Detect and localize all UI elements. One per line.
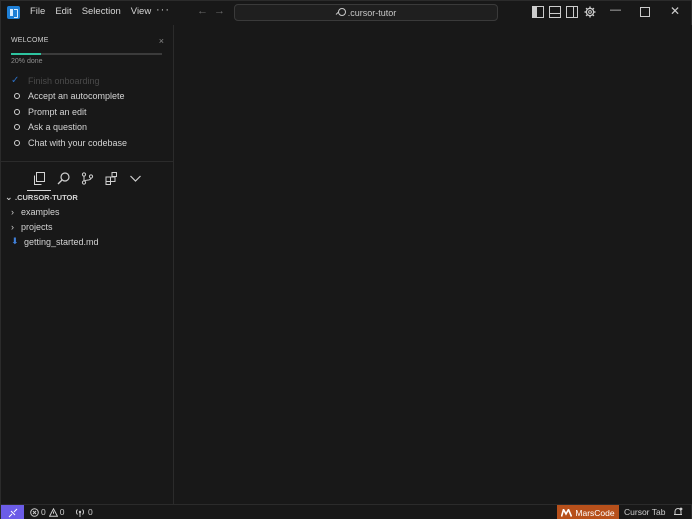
activity-bar — [27, 168, 147, 191]
command-center-search[interactable]: .cursor-tutor — [234, 4, 498, 21]
toggle-secondary-sidebar-icon[interactable] — [566, 6, 578, 18]
menu-selection[interactable]: Selection — [82, 6, 121, 17]
app-window: File Edit Selection View ··· ← → .cursor… — [0, 0, 692, 519]
chevron-right-icon: › — [11, 206, 14, 217]
checklist-item-accept-autocomplete[interactable]: Accept an autocomplete — [11, 89, 164, 105]
toggle-primary-sidebar-icon[interactable] — [532, 6, 544, 18]
extensions-icon — [105, 171, 117, 185]
file-explorer: ⌄ .CURSOR-TUTOR › examples › projects ⬇ … — [1, 190, 173, 249]
marscode-status-button[interactable]: MarsCode — [557, 505, 619, 519]
more-menu-button[interactable]: ··· — [156, 4, 170, 16]
error-icon — [30, 507, 39, 517]
editor-area[interactable] — [174, 25, 692, 504]
tab-explorer[interactable] — [27, 168, 51, 191]
close-window-icon[interactable]: ✕ — [670, 4, 680, 18]
checklist-item-label: Ask a question — [28, 122, 88, 133]
welcome-panel: WELCOME × 20% done ✓ Finish onboarding A… — [11, 36, 164, 148]
warning-count: 0 — [59, 507, 65, 517]
progress-label: 20% done — [11, 58, 43, 65]
chevron-down-icon — [129, 175, 141, 182]
marscode-label: MarsCode — [575, 507, 615, 518]
menu-edit[interactable]: Edit — [55, 6, 71, 17]
explorer-item-label: getting_started.md — [24, 236, 99, 247]
menu-view[interactable]: View — [131, 6, 151, 17]
files-icon — [33, 171, 45, 185]
checklist-item-ask-question[interactable]: Ask a question — [11, 120, 164, 136]
checklist-item-finish-onboarding[interactable]: ✓ Finish onboarding — [11, 73, 164, 89]
explorer-folder-projects[interactable]: › projects — [1, 219, 173, 234]
checklist-item-label: Finish onboarding — [28, 75, 100, 86]
markdown-file-icon: ⬇ — [11, 236, 19, 246]
checklist-item-label: Prompt an edit — [28, 106, 87, 117]
explorer-file-getting-started[interactable]: ⬇ getting_started.md — [1, 234, 173, 249]
settings-gear-icon[interactable] — [584, 6, 596, 18]
explorer-item-label: examples — [21, 206, 60, 217]
source-control-icon — [81, 171, 93, 185]
tab-extensions[interactable] — [99, 168, 123, 188]
problems-status[interactable]: 0 0 — [30, 507, 64, 517]
ports-count: 0 — [88, 507, 93, 517]
checklist-item-label: Chat with your codebase — [28, 137, 128, 148]
warning-icon — [48, 507, 58, 517]
circle-icon — [14, 124, 20, 131]
remote-indicator-button[interactable] — [1, 505, 24, 519]
back-arrow-icon[interactable]: ← — [197, 5, 208, 17]
onboarding-progress-bar — [11, 53, 162, 55]
checklist-item-prompt-edit[interactable]: Prompt an edit — [11, 104, 164, 120]
status-bar: 0 0 0 MarsCode Cursor Tab — [1, 504, 691, 519]
chevron-down-icon: ⌄ — [5, 191, 13, 202]
bell-icon — [674, 507, 683, 515]
title-bar: File Edit Selection View ··· ← → .cursor… — [1, 1, 691, 25]
toggle-panel-icon[interactable] — [549, 6, 561, 18]
cursor-tab-status[interactable]: Cursor Tab — [624, 507, 665, 517]
circle-icon — [14, 139, 20, 146]
circle-icon — [14, 108, 20, 115]
broadcast-icon — [75, 508, 85, 517]
search-icon — [336, 8, 346, 17]
explorer-item-label: projects — [21, 221, 53, 232]
app-logo-icon — [7, 6, 20, 19]
forward-arrow-icon[interactable]: → — [214, 5, 225, 17]
cursor-tab-label: Cursor Tab — [624, 507, 666, 517]
tab-search[interactable] — [51, 168, 75, 188]
tab-more-views[interactable] — [123, 168, 147, 188]
explorer-folder-examples[interactable]: › examples — [1, 204, 173, 219]
minimize-icon[interactable]: — — [610, 4, 621, 16]
tab-source-control[interactable] — [75, 168, 99, 188]
checklist-item-label: Accept an autocomplete — [28, 91, 125, 102]
welcome-close-button[interactable]: × — [159, 36, 164, 46]
search-text: .cursor-tutor — [347, 7, 397, 18]
explorer-root-label: .CURSOR-TUTOR — [15, 192, 78, 202]
menu-bar: File Edit Selection View — [30, 6, 161, 17]
ports-status[interactable]: 0 — [75, 507, 93, 517]
sidebar: WELCOME × 20% done ✓ Finish onboarding A… — [1, 25, 174, 504]
error-count: 0 — [41, 507, 46, 517]
marscode-logo-icon — [561, 508, 573, 517]
explorer-root-folder[interactable]: ⌄ .CURSOR-TUTOR — [1, 190, 173, 204]
circle-icon — [14, 93, 20, 100]
onboarding-checklist: ✓ Finish onboarding Accept an autocomple… — [11, 73, 164, 151]
welcome-title: WELCOME — [11, 37, 49, 44]
chevron-right-icon: › — [11, 221, 14, 232]
check-icon: ✓ — [11, 75, 20, 87]
search-icon — [57, 171, 70, 184]
notifications-button[interactable] — [673, 507, 683, 517]
remote-icon — [8, 508, 17, 517]
menu-file[interactable]: File — [30, 6, 45, 17]
checklist-item-chat-codebase[interactable]: Chat with your codebase — [11, 135, 164, 151]
onboarding-progress-fill — [11, 53, 42, 55]
maximize-icon[interactable] — [640, 7, 650, 17]
sidebar-divider — [1, 161, 173, 162]
